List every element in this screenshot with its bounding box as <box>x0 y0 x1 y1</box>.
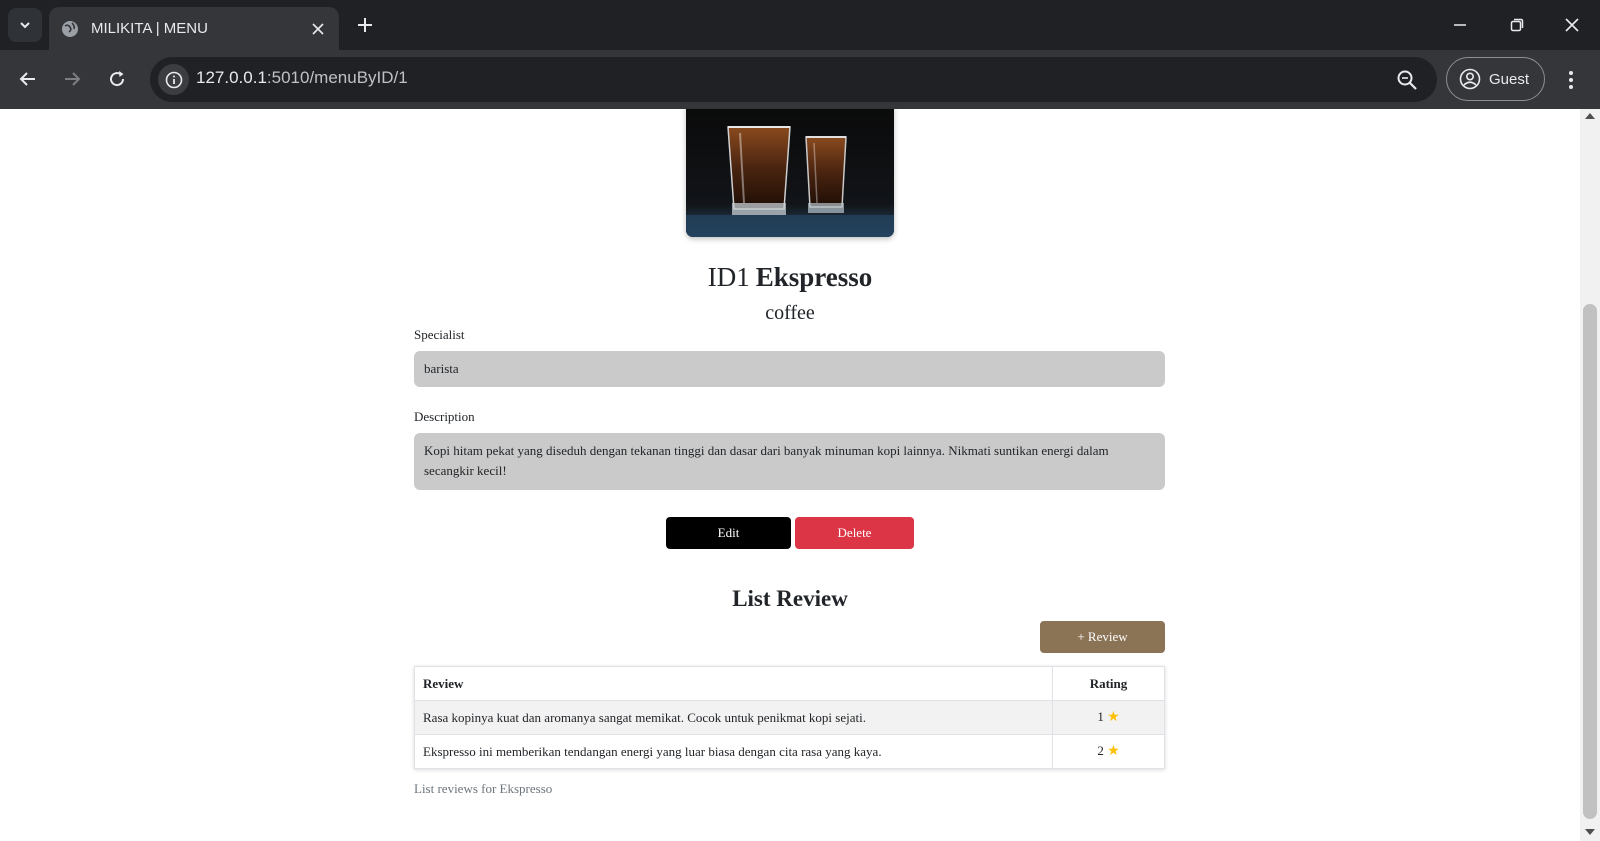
browser-tab-strip: MILIKITA | MENU <box>0 0 1600 50</box>
address-bar[interactable]: 127.0.0.1:5010/menuByID/1 <box>150 57 1437 102</box>
page-scrollbar[interactable] <box>1580 109 1600 841</box>
description-field: Kopi hitam pekat yang diseduh dengan tek… <box>414 433 1165 490</box>
account-icon <box>1459 68 1481 90</box>
scroll-down-arrow-icon[interactable] <box>1585 829 1595 835</box>
profile-button[interactable]: Guest <box>1446 57 1545 101</box>
review-text: Ekspresso ini memberikan tendangan energ… <box>414 734 1053 769</box>
rating-cell: 2 ★ <box>1052 734 1165 769</box>
chevron-down-icon <box>20 22 30 29</box>
description-label: Description <box>414 409 475 424</box>
reload-icon <box>110 71 125 87</box>
menu-photo <box>686 109 894 237</box>
browser-menu-button[interactable] <box>1558 66 1584 94</box>
scroll-thumb[interactable] <box>1583 304 1597 819</box>
review-text: Rasa kopinya kuat dan aromanya sangat me… <box>414 700 1053 735</box>
url-text[interactable]: 127.0.0.1:5010/menuByID/1 <box>196 68 408 88</box>
menu-id: ID1 <box>707 262 750 292</box>
arrow-left-icon <box>19 72 35 86</box>
restore-button[interactable] <box>1497 8 1537 42</box>
rating-value: 1 <box>1097 709 1104 724</box>
table-caption: List reviews for Ekspresso <box>414 781 553 796</box>
specialist-field: barista <box>414 351 1165 387</box>
restore-icon <box>1510 18 1524 32</box>
profile-label: Guest <box>1489 70 1530 88</box>
minimize-button[interactable] <box>1440 8 1480 42</box>
zoom-icon[interactable] <box>1395 68 1419 92</box>
rating-value: 2 <box>1097 743 1104 758</box>
rating-cell: 1 ★ <box>1052 700 1165 735</box>
new-tab-button[interactable] <box>352 12 378 38</box>
reload-button[interactable] <box>101 63 133 95</box>
review-heading: List Review <box>732 586 848 611</box>
star-icon: ★ <box>1107 744 1120 759</box>
table-row: Ekspresso ini memberikan tendangan energ… <box>414 734 1165 769</box>
table-header-row: Review Rating <box>414 666 1165 701</box>
tab-title: MILIKITA | MENU <box>91 20 208 37</box>
globe-icon <box>62 20 78 37</box>
close-window-button[interactable] <box>1552 8 1592 42</box>
scroll-up-arrow-icon[interactable] <box>1585 113 1595 119</box>
rating-column-header: Rating <box>1052 666 1165 701</box>
plus-icon <box>358 18 372 32</box>
menu-title: ID1 Ekspresso <box>0 262 1580 293</box>
menu-category: coffee <box>765 302 815 324</box>
close-icon <box>1565 18 1579 32</box>
specialist-label: Specialist <box>414 327 465 342</box>
page-viewport: ID1 Ekspresso coffee Specialist barista D… <box>0 109 1580 841</box>
back-button[interactable] <box>12 63 44 95</box>
review-table: Review Rating Rasa kopinya kuat dan arom… <box>414 666 1165 769</box>
more-vertical-icon <box>1569 71 1573 89</box>
table-row: Rasa kopinya kuat dan aromanya sangat me… <box>414 700 1165 735</box>
star-icon: ★ <box>1107 710 1120 725</box>
tab-search-button[interactable] <box>8 8 42 42</box>
minimize-icon <box>1454 24 1466 26</box>
browser-tab[interactable]: MILIKITA | MENU <box>49 7 339 50</box>
espresso-glasses-image <box>686 109 894 237</box>
review-column-header: Review <box>414 666 1053 701</box>
url-path: :5010/menuByID/1 <box>266 68 408 87</box>
browser-toolbar: 127.0.0.1:5010/menuByID/1 Guest <box>0 50 1600 109</box>
add-review-button[interactable]: + Review <box>1040 621 1165 653</box>
edit-button[interactable]: Edit <box>666 517 791 549</box>
url-host: 127.0.0.1 <box>196 68 267 87</box>
delete-button[interactable]: Delete <box>795 517 914 549</box>
close-tab-icon[interactable] <box>307 18 329 40</box>
arrow-right-icon <box>65 72 81 86</box>
menu-name: Ekspresso <box>755 262 873 292</box>
forward-button[interactable] <box>56 63 88 95</box>
site-info-icon[interactable] <box>158 64 189 95</box>
